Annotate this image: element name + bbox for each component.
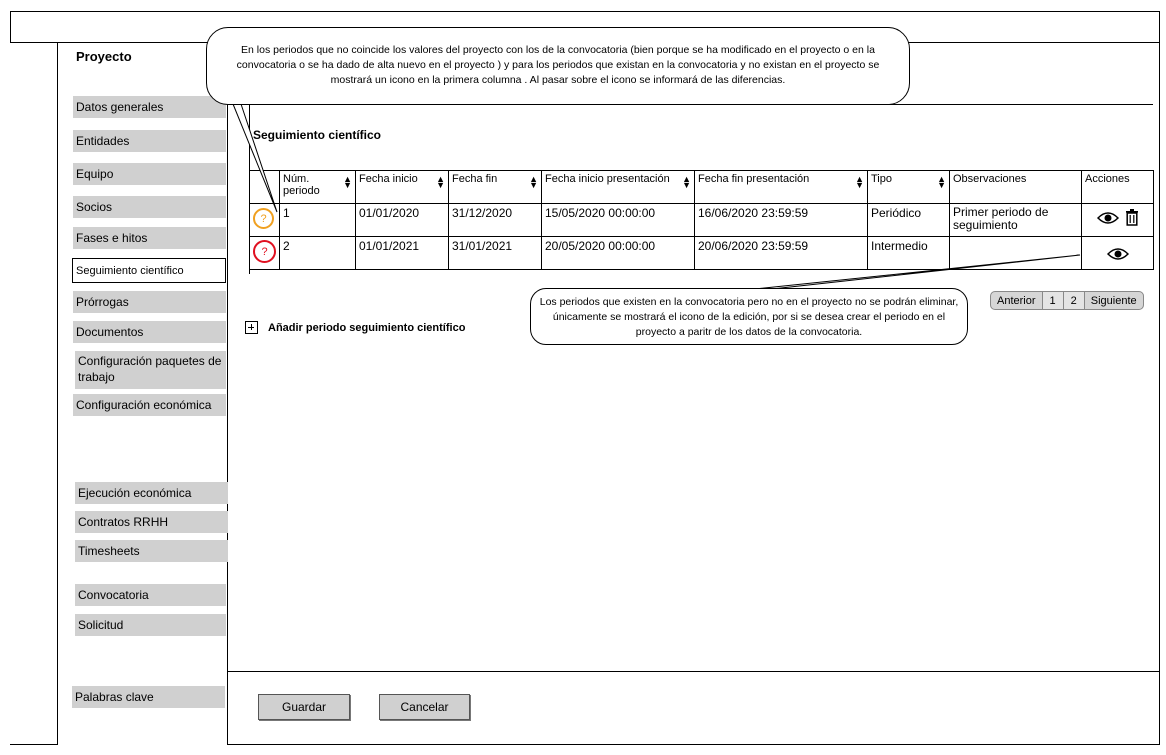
annotation-callout-middle: Los periodos que existen en la convocato… [530, 288, 968, 345]
callout-pointers [228, 103, 1081, 290]
cancel-button[interactable]: Cancelar [379, 694, 470, 720]
annotation-callout-top: En los periodos que no coincide los valo… [206, 27, 910, 105]
save-button[interactable]: Guardar [258, 694, 350, 720]
